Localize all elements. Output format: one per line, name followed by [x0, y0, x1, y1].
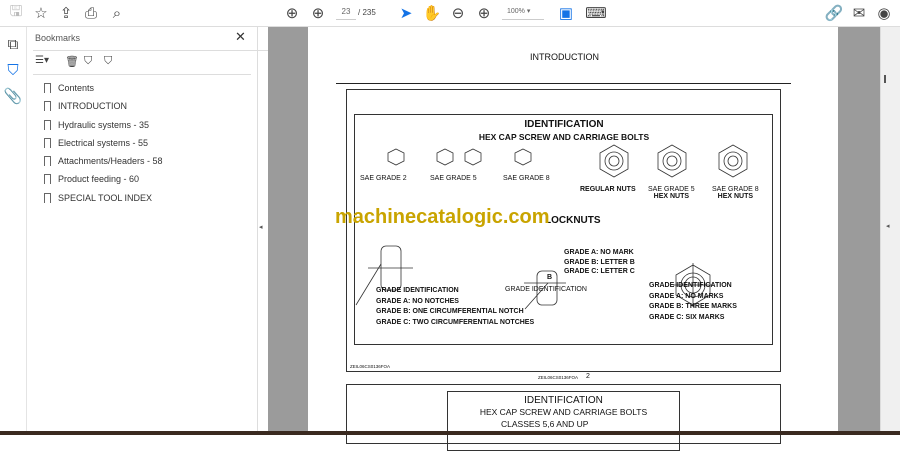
- locknut-letter: B: [547, 274, 553, 281]
- account-icon[interactable]: ◉: [874, 4, 894, 22]
- bookmark-icon: [44, 138, 51, 148]
- bookmark-icon: [44, 193, 51, 203]
- upload-cloud-icon[interactable]: ⇪: [56, 4, 76, 22]
- zoom-in-icon[interactable]: ⊕: [474, 4, 494, 22]
- select-cursor-icon[interactable]: ➤: [396, 4, 416, 22]
- zoom-select[interactable]: 100% ▾: [502, 7, 544, 20]
- nut-label: SAE GRADE 8 HEX NUTS: [712, 186, 759, 200]
- bookmark-item[interactable]: Product feeding - 60: [44, 174, 139, 184]
- bookmark-label: Attachments/Headers - 58: [58, 156, 163, 166]
- options-menu-icon[interactable]: ☰▾: [35, 55, 49, 66]
- next-page-icon[interactable]: ⊕: [308, 4, 328, 22]
- locknuts-heading: LOCKNUTS: [545, 215, 601, 226]
- bookmark-icon: [44, 120, 51, 130]
- bookmark-item[interactable]: Contents: [44, 83, 94, 93]
- hex-head-grade2: [387, 148, 405, 166]
- footer-code: ZEIL06CS0136FOA: [538, 375, 579, 380]
- toolbar: 🖫 ☆ ⇪ ⎙ ⌕ ⊕ ⊕ 23 / 235 ➤ ✋ ⊖ ⊕ 100% ▾ ▣ …: [0, 0, 900, 27]
- right-grade-list: GRADE IDENTIFICATION GRADE A: NO MARKS GRA…: [649, 282, 737, 322]
- next-subtitle: HEX CAP SCREW AND CARRIAGE BOLTS: [479, 407, 648, 417]
- add-bookmark-icon[interactable]: ⛉: [84, 55, 92, 68]
- bookmark-icon[interactable]: ⛉: [3, 61, 23, 79]
- collapse-panel-icon[interactable]: ◂: [259, 223, 263, 231]
- page-thumbnails-icon[interactable]: ⧉: [3, 35, 23, 53]
- screw-label: SAE GRADE 2: [360, 175, 407, 182]
- regular-nut: [599, 144, 629, 178]
- email-icon[interactable]: ✉: [849, 4, 869, 22]
- middle-grade-list: GRADE A: NO MARK GRADE B: LETTER B GRADE C…: [564, 249, 635, 275]
- page-fit-icon[interactable]: ▣: [556, 4, 576, 22]
- page-number-input[interactable]: 23: [336, 7, 356, 20]
- hex-head-grade5: [436, 148, 454, 166]
- bookmark-icon: [44, 83, 51, 93]
- next-title: IDENTIFICATION: [524, 395, 603, 406]
- vertical-scrollbar[interactable]: ◂: [880, 27, 900, 435]
- hex-head-grade8: [514, 148, 532, 166]
- scroll-thumb[interactable]: [884, 75, 886, 83]
- search-icon[interactable]: ⌕: [107, 4, 127, 22]
- bookmark-icon: [44, 101, 51, 111]
- page-number: 2: [586, 373, 590, 380]
- attachment-icon[interactable]: 📎: [3, 87, 23, 105]
- bookmark-label: Electrical systems - 55: [58, 138, 149, 148]
- bookmark-item[interactable]: Hydraulic systems - 35: [44, 120, 149, 130]
- share-link-icon[interactable]: 🔗: [824, 4, 844, 22]
- zoom-value: 100%: [507, 8, 525, 15]
- bookmark-label: SPECIAL TOOL INDEX: [58, 193, 153, 203]
- bookmark-item[interactable]: Electrical systems - 55: [44, 138, 148, 148]
- hex-head-grade5-alt: [464, 148, 482, 166]
- pdf-page: INTRODUCTION IDENTIFICATION HEX CAP SCRE…: [308, 27, 838, 451]
- watermark: machinecatalogic.com: [335, 206, 550, 228]
- expand-panel-icon[interactable]: ◂: [886, 222, 890, 230]
- fastener-drawings: [355, 144, 748, 310]
- hand-tool-icon[interactable]: ✋: [422, 4, 442, 22]
- bookmark-label: Product feeding - 60: [58, 174, 140, 184]
- star-icon[interactable]: ☆: [31, 4, 51, 22]
- bookmark-icon: [44, 156, 51, 166]
- bookmarks-panel: Bookmarks ✕ ☰▾ 🗑 ⛉ ⛉ Contents INTRODUCTI…: [27, 27, 276, 435]
- scroll-mode-icon[interactable]: ⌨: [585, 4, 607, 22]
- bookmark-label: INTRODUCTION: [58, 101, 127, 111]
- zoom-out-icon[interactable]: ⊖: [448, 4, 468, 22]
- bookmark-label: Contents: [58, 83, 95, 93]
- figure-code: ZEIL06CS0136FOA: [350, 364, 391, 369]
- taskbar-strip: [0, 431, 900, 435]
- grade5-nut: [657, 144, 687, 178]
- screw-label: SAE GRADE 8: [503, 175, 550, 182]
- bookmark-label: Hydraulic systems - 35: [58, 120, 150, 130]
- save-icon[interactable]: 🖫: [6, 3, 26, 22]
- nut-label: SAE GRADE 5 HEX NUTS: [648, 186, 695, 200]
- screw-label: SAE GRADE 5: [430, 175, 477, 182]
- bookmark-item[interactable]: SPECIAL TOOL INDEX: [44, 193, 152, 203]
- panel-title: Bookmarks: [35, 33, 81, 43]
- find-bookmark-icon[interactable]: ⛉: [104, 55, 112, 68]
- prev-page-icon[interactable]: ⊕: [282, 4, 302, 22]
- grade8-nut: [718, 144, 748, 178]
- delete-icon[interactable]: 🗑: [65, 55, 79, 68]
- close-icon[interactable]: ✕: [235, 29, 246, 45]
- page-total: / 235: [358, 8, 376, 17]
- bookmark-icon: [44, 174, 51, 184]
- next-subtitle-2: CLASSES 5,6 AND UP: [501, 419, 589, 429]
- nut-label: REGULAR NUTS: [580, 186, 636, 193]
- bookmark-item[interactable]: INTRODUCTION: [44, 101, 127, 111]
- left-rail: ⧉ ⛉ 📎: [0, 27, 27, 435]
- print-icon[interactable]: ⎙: [81, 4, 101, 22]
- bookmark-item[interactable]: Attachments/Headers - 58: [44, 156, 163, 166]
- middle-grade-label: GRADE IDENTIFICATION: [505, 286, 587, 293]
